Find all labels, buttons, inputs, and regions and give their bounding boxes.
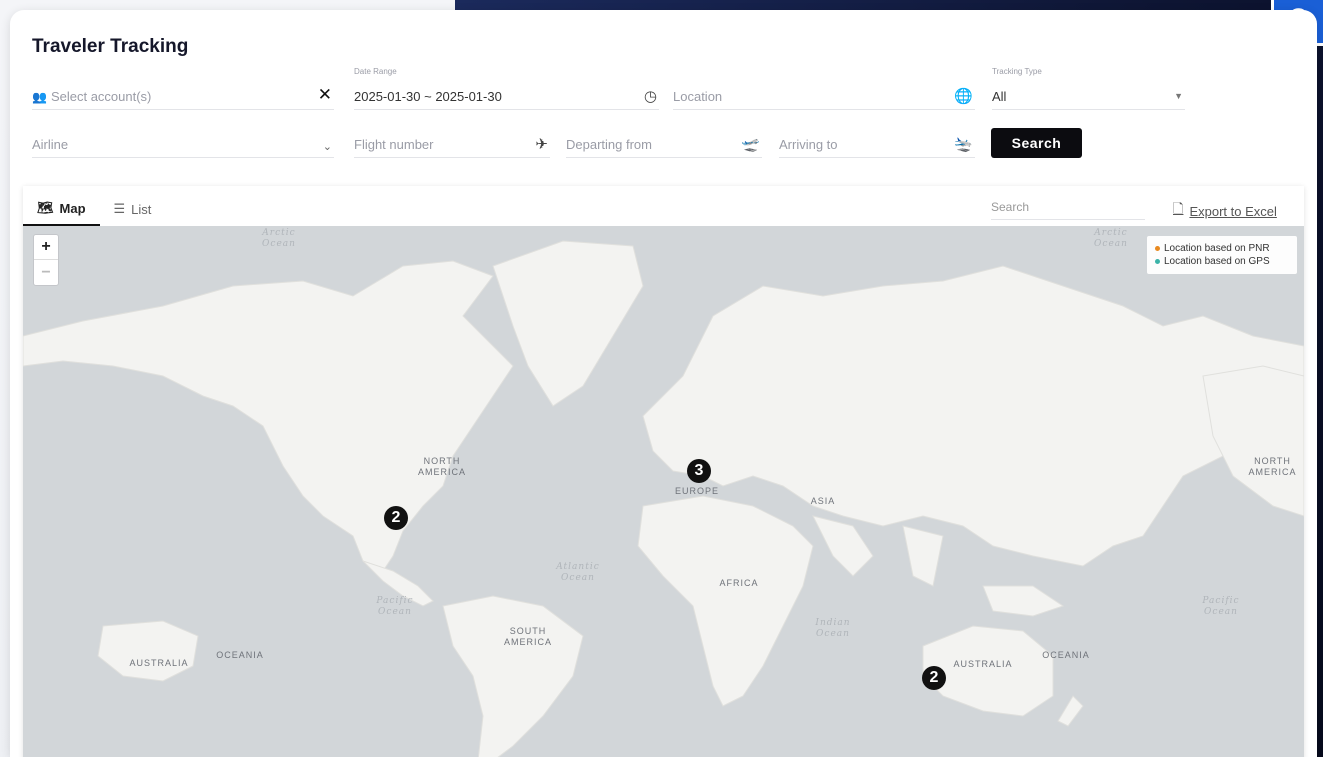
map-label-north-america: NORTH AMERICA [417,456,466,477]
tab-list[interactable]: ☰ List [100,186,166,226]
tab-map-label: Map [59,200,86,216]
arriving-to-field[interactable]: Arriving to 🛬 [779,128,975,158]
departing-placeholder: Departing from [566,137,652,152]
legend-gps-label: Location based on GPS [1164,256,1270,267]
map-label-north-america-2: NORTH AMERICA [1248,456,1297,477]
map-panel: 🗺 Map ☰ List Search 🗋 Export to Excel + … [22,186,1305,757]
map-label-asia: ASIA [810,496,836,506]
legend-item-pnr: Location based on PNR [1155,243,1289,254]
zoom-in-button[interactable]: + [34,235,58,260]
location-placeholder: Location [673,89,723,104]
map-search-input[interactable]: Search [991,194,1145,220]
map-label-europe: EUROPE [674,486,719,496]
map-label-oceania: OCEANIA [216,650,264,660]
map-icon: 🗺 [37,200,54,215]
map-label-australia-2: AUSTRALIA [953,659,1013,669]
list-icon: ☰ [113,201,126,216]
export-label: Export to Excel [1189,203,1277,219]
legend-item-gps: Location based on GPS [1155,256,1289,267]
map-label-arctic-ocean-2: Arctic Ocean [1094,228,1128,249]
tracking-type-label: Tracking Type [992,67,1042,76]
flight-number-placeholder: Flight number [354,137,434,152]
caret-down-icon: ▼ [1174,91,1183,101]
clear-icon[interactable]: ✕ [318,85,332,105]
cluster-europe[interactable]: 3 [687,459,711,483]
map-label-oceania-2: OCEANIA [1042,650,1090,660]
traveler-tracking-card: Traveler Tracking 👥 Select account(s) ✕ … [10,10,1317,757]
flight-number-field[interactable]: Flight number ✈ [354,128,550,158]
airline-placeholder: Airline [32,137,69,152]
cluster-australia[interactable]: 2 [922,666,946,690]
tab-list-label: List [131,201,152,217]
map-label-atlantic-ocean: Atlantic Ocean [556,562,600,583]
account-select[interactable]: 👥 Select account(s) ✕ [32,80,334,110]
map-label-australia: AUSTRALIA [129,658,189,668]
account-placeholder: Select account(s) [50,89,152,104]
date-range-label: Date Range [354,67,397,76]
search-button[interactable]: Search [991,128,1082,158]
world-map[interactable]: + − Location based on PNR Location based… [22,226,1305,757]
export-excel-link[interactable]: 🗋 Export to Excel [1173,200,1277,222]
globe-icon: 🌐 [954,88,973,105]
airline-select[interactable]: Airline ⌄ [32,128,334,158]
map-label-south-america: SOUTH AMERICA [503,626,552,647]
arriving-placeholder: Arriving to [779,137,838,152]
departing-from-field[interactable]: Departing from 🛫 [566,128,762,158]
legend-pnr-label: Location based on PNR [1164,243,1270,254]
tab-map[interactable]: 🗺 Map [23,186,100,226]
date-range-value: 2025-01-30 ~ 2025-01-30 [354,89,502,104]
zoom-control: + − [33,234,59,286]
map-label-pacific-ocean-2: Pacific Ocean [1202,596,1240,617]
users-icon: 👥 [32,90,47,104]
zoom-out-button[interactable]: − [34,260,58,285]
tracking-type-value: All [992,89,1007,104]
cluster-north-america[interactable]: 2 [384,506,408,530]
chevron-down-icon: ⌄ [322,141,332,153]
tracking-type-select[interactable]: Tracking Type All ▼ [992,67,1185,110]
plane-landing-icon: 🛬 [954,136,973,153]
clock-icon: ◷ [643,88,657,105]
world-map-svg [22,226,1305,757]
document-icon: 🗋 [1173,201,1184,216]
map-legend: Location based on PNR Location based on … [1147,236,1297,274]
location-field[interactable]: Location 🌐 [673,80,975,110]
plane-icon: ✈ [535,136,548,153]
map-label-indian-ocean: Indian Ocean [815,618,851,639]
orange-dot-icon [1155,246,1160,251]
date-range-field[interactable]: Date Range 2025-01-30 ~ 2025-01-30 ◷ [354,67,659,110]
map-label-pacific-ocean: Pacific Ocean [376,596,414,617]
view-tabs: 🗺 Map ☰ List [23,186,165,226]
plane-takeoff-icon: 🛫 [741,136,760,153]
page-title: Traveler Tracking [32,36,189,57]
teal-dot-icon [1155,259,1160,264]
map-label-arctic-ocean: Arctic Ocean [262,228,296,249]
map-label-africa: AFRICA [719,578,759,588]
